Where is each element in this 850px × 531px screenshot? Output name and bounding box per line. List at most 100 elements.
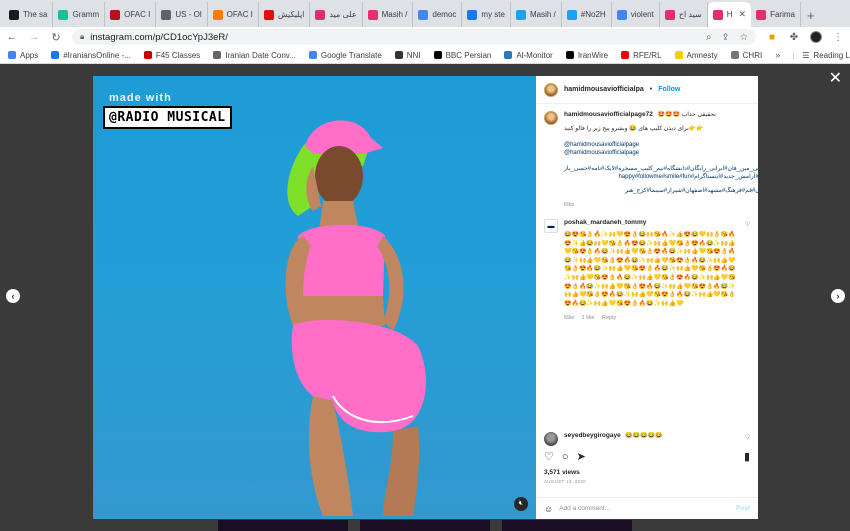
bookmark-label: IranWire <box>577 50 609 60</box>
browser-tab[interactable]: #No2H <box>562 2 612 27</box>
bookmarks-overflow-button[interactable]: » <box>775 50 780 60</box>
follow-button[interactable]: Follow <box>658 86 680 93</box>
forward-icon[interactable]: → <box>28 31 40 43</box>
bookmark-item[interactable]: Amnesty <box>674 50 718 60</box>
share-icon[interactable]: ⇪ <box>722 32 730 43</box>
browser-tab[interactable]: Gramm <box>53 2 106 27</box>
bookmark-favicon-icon <box>394 51 403 59</box>
view-count[interactable]: 3,571 views <box>544 469 750 476</box>
bookmark-label: Amnesty <box>686 50 718 60</box>
like-comment-heart-icon[interactable]: ♡ <box>745 221 750 322</box>
address-bar[interactable]: 🔒︎ instagram.com/p/CD1ocYpJ3eR/ ⌕ ⇪ ☆ <box>72 29 756 45</box>
bookmark-item[interactable]: Al-Monitor <box>504 51 553 60</box>
bookmark-item[interactable]: NNI <box>394 50 421 60</box>
bookmark-favicon-icon <box>143 51 152 59</box>
bookmark-item[interactable]: F45 Classes <box>143 50 201 60</box>
browser-tab[interactable]: The sa <box>4 2 54 27</box>
next-post-arrow-icon[interactable]: › <box>831 289 845 303</box>
comment-time[interactable]: 69w <box>564 315 574 321</box>
browser-tab[interactable]: my ste <box>462 2 511 27</box>
lock-icon: 🔒︎ <box>80 32 85 41</box>
tab-favicon-icon <box>566 9 577 20</box>
browser-tab[interactable]: اپلیکیش <box>259 2 311 27</box>
tab-favicon-icon <box>110 9 121 20</box>
share-plane-icon[interactable]: ➤ <box>577 450 586 463</box>
tab-favicon-icon <box>712 9 723 20</box>
bookmark-favicon-icon <box>504 51 513 59</box>
bookmark-label: RFE/RL <box>633 50 662 60</box>
tab-label: Masih / <box>529 10 556 19</box>
save-bookmark-icon[interactable]: ▮ <box>744 450 750 463</box>
bookmark-item[interactable]: IranWire <box>565 50 609 60</box>
comment-likes[interactable]: 1 like <box>582 315 595 321</box>
comment-bubble-icon[interactable]: ○ <box>562 451 569 463</box>
browser-tab[interactable]: US - Ol <box>156 2 208 27</box>
puzzle-icon[interactable]: ✤ <box>788 32 800 43</box>
browser-tab[interactable]: Masih / <box>363 2 414 27</box>
browser-tab[interactable]: OFAC I <box>208 2 259 27</box>
like-heart-icon[interactable]: ♡ <box>544 450 554 463</box>
bookmark-item[interactable]: BBC Persian <box>433 50 492 60</box>
reply-button[interactable]: Reply <box>602 315 616 321</box>
browser-tab[interactable]: democ <box>413 2 463 27</box>
author-username[interactable]: hamidmousaviofficialpa <box>564 86 644 93</box>
browser-tab[interactable]: Masih / <box>511 2 562 27</box>
tab-label: سید اح <box>678 10 702 19</box>
browser-tab[interactable]: H ✕ <box>707 2 752 27</box>
bookmark-item[interactable]: #IraniansOnline -... <box>51 51 131 60</box>
reading-list-button[interactable]: ☰Reading List <box>793 50 850 60</box>
watermark-radio-musical: @RADIO MUSICAL <box>103 106 232 129</box>
bookmark-item[interactable]: Iranian Date Conv... <box>213 51 296 60</box>
commenter-username[interactable]: poshak_mardaneh_tommy <box>564 219 646 226</box>
caption-username[interactable]: hamidmousaviofficialpage72 <box>564 111 653 118</box>
hashtags-line-2[interactable]: #لایک#آرامش_جدید#اینستاگرام#happy#follow… <box>564 173 758 181</box>
extension-icon[interactable]: ■ <box>766 32 778 43</box>
bookmark-star-icon[interactable]: ☆ <box>739 32 748 43</box>
bookmark-label: F45 Classes <box>155 50 201 60</box>
author-avatar[interactable] <box>544 82 558 97</box>
comment-input[interactable]: Add a comment... <box>559 505 610 512</box>
tab-favicon-icon <box>418 9 429 20</box>
browser-tab[interactable]: violent <box>612 2 660 27</box>
browser-tab[interactable]: Farima <box>751 2 801 27</box>
caption: hamidmousaviofficialpage72 🤩🤩🤩 تحقیقی جذ… <box>544 111 758 209</box>
watermark: made with @RADIO MUSICAL <box>103 92 232 129</box>
bookmark-item[interactable]: Apps <box>8 51 38 60</box>
menu-icon[interactable]: ⋮ <box>832 32 844 43</box>
commenter-username-2[interactable]: seyedbeygirogaye <box>564 432 621 439</box>
post-comment-button[interactable]: Post <box>736 505 750 512</box>
post-video[interactable]: made with @RADIO MUSICAL 🔇︎ <box>93 76 536 519</box>
like-comment-heart-icon-2[interactable]: ♡ <box>745 434 750 446</box>
caption-avatar[interactable] <box>544 111 558 125</box>
hashtags-line-3[interactable]: #تهران#قم#فرهنگ#مشهد#اصفهان#شیراز#سینما#… <box>564 187 758 195</box>
mention-link-1[interactable]: @hamidmousaviofficialpage <box>564 141 758 149</box>
new-tab-button[interactable]: + <box>801 8 821 27</box>
bookmark-label: BBC Persian <box>445 50 492 60</box>
tab-close-icon[interactable]: ✕ <box>739 9 747 20</box>
back-icon[interactable]: ← <box>6 31 18 43</box>
bookmark-item[interactable]: Google Translate <box>308 51 382 60</box>
bookmark-label: Apps <box>20 50 39 60</box>
previous-post-arrow-icon[interactable]: ‹ <box>6 289 20 303</box>
zoom-icon[interactable]: ⌕ <box>706 32 711 43</box>
mention-link-2[interactable]: @hamidmousaviofficialpage <box>564 149 758 157</box>
bookmark-item[interactable]: CHRI <box>730 51 762 60</box>
commenter-avatar-2[interactable] <box>544 432 558 446</box>
bookmark-label: NNI <box>406 50 421 60</box>
tab-label: democ <box>432 10 457 19</box>
caption-time[interactable]: 69w <box>564 202 574 208</box>
bookmark-item[interactable]: RFE/RL <box>621 50 662 60</box>
bookmark-favicon-icon <box>674 51 683 59</box>
profile-avatar[interactable] <box>810 31 822 43</box>
close-icon[interactable]: ✕ <box>829 71 842 87</box>
commenter-avatar[interactable]: ▬ <box>544 219 558 233</box>
comments-section[interactable]: hamidmousaviofficialpage72 🤩🤩🤩 تحقیقی جذ… <box>536 105 758 435</box>
post-date[interactable]: AUGUST 13, 2020 <box>544 479 750 484</box>
browser-tab[interactable]: علی مید <box>310 2 363 27</box>
browser-tab[interactable]: سید اح <box>660 2 708 27</box>
reload-icon[interactable]: ↻ <box>50 31 62 44</box>
mute-icon[interactable]: 🔇︎ <box>514 497 528 511</box>
emoji-icon[interactable]: ☺ <box>544 504 553 514</box>
hashtags-line-1[interactable]: #کرشی_مین_فان#ایرانی_رایگان#دانشگاه#نیم_… <box>564 165 758 173</box>
browser-tab[interactable]: OFAC I <box>105 2 157 27</box>
